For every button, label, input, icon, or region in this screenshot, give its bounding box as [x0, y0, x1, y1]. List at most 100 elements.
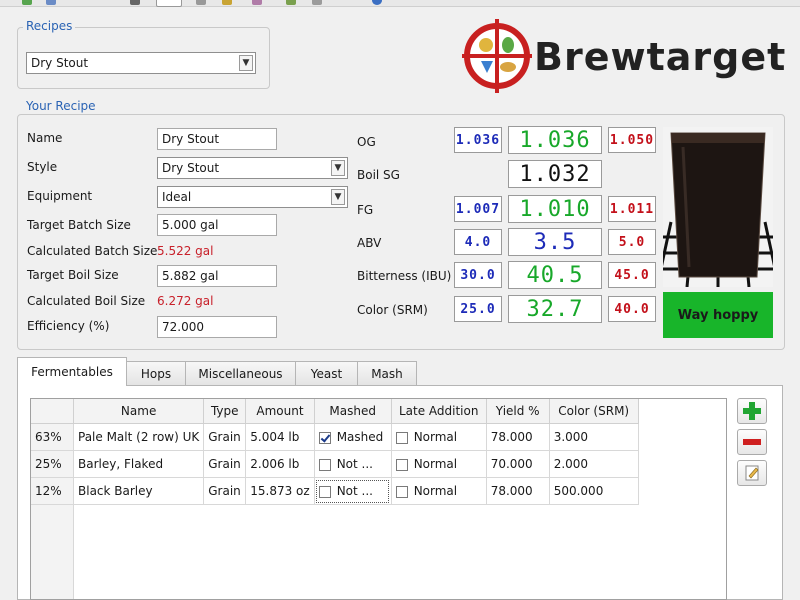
your-recipe-title: Your Recipe: [23, 99, 99, 113]
remove-fermentable-button[interactable]: [737, 429, 767, 455]
column-header-late-addition[interactable]: Late Addition: [391, 399, 487, 424]
cell-amount[interactable]: 15.873 oz: [245, 477, 315, 505]
target-batch-label: Target Batch Size: [27, 218, 131, 232]
tab-hops[interactable]: Hops: [126, 361, 186, 385]
cell-name[interactable]: Barley, Flaked: [73, 450, 205, 478]
target-batch-field[interactable]: 5.000 gal: [157, 214, 277, 236]
tab-yeast-label: Yeast: [310, 366, 343, 381]
chevron-down-icon[interactable]: ▼: [331, 160, 345, 176]
column-header-yield[interactable]: Yield %: [486, 399, 550, 424]
cell-yield[interactable]: 78.000: [486, 477, 550, 505]
og-min-display: 1.036: [454, 127, 502, 153]
brewtarget-logo: Brewtarget: [462, 17, 792, 97]
late-addition-checkbox[interactable]: [395, 431, 408, 444]
recipe-select[interactable]: Dry Stout ▼: [26, 52, 256, 74]
late-addition-text: Normal: [413, 457, 458, 471]
fermentables-table[interactable]: Name Type Amount Mashed Late Addition Yi…: [30, 398, 727, 600]
target-boil-label: Target Boil Size: [27, 268, 119, 282]
mashed-checkbox[interactable]: [318, 458, 331, 471]
cell-amount[interactable]: 2.006 lb: [245, 450, 315, 478]
tab-fermentables[interactable]: Fermentables: [17, 357, 127, 386]
column-header-type[interactable]: Type: [203, 399, 247, 424]
column-header-amount[interactable]: Amount: [245, 399, 315, 424]
og-value-display: 1.036: [508, 126, 602, 154]
new-icon[interactable]: [22, 0, 32, 5]
timer-icon[interactable]: [196, 0, 206, 5]
fg-min-display: 1.007: [454, 196, 502, 222]
name-field[interactable]: Dry Stout: [157, 128, 277, 150]
fg-value-display: 1.010: [508, 195, 602, 223]
cell-late-addition[interactable]: Normal: [391, 477, 487, 505]
export-icon[interactable]: [312, 0, 322, 5]
color-max-display: 40.0: [608, 296, 656, 322]
tab-miscellaneous[interactable]: Miscellaneous: [185, 361, 296, 385]
color-min-display: 25.0: [454, 296, 502, 322]
brewtarget-logo-text: Brewtarget: [534, 35, 787, 79]
equipment-select[interactable]: Ideal ▼: [157, 186, 348, 208]
row-percent: 63%: [31, 423, 74, 451]
cell-yield[interactable]: 78.000: [486, 423, 550, 451]
efficiency-label: Efficiency (%): [27, 319, 110, 333]
table-filler: [31, 504, 638, 599]
cell-name[interactable]: Pale Malt (2 row) UK: [73, 423, 205, 451]
efficiency-field[interactable]: 72.000: [157, 316, 277, 338]
help-icon[interactable]: [372, 0, 382, 5]
table-header-row: Name Type Amount Mashed Late Addition Yi…: [31, 399, 639, 424]
equipment-label: Equipment: [27, 189, 93, 203]
add-fermentable-button[interactable]: [737, 398, 767, 424]
column-header-mashed[interactable]: Mashed: [314, 399, 392, 424]
view-icon[interactable]: [156, 0, 182, 7]
cell-mashed[interactable]: Not ...: [314, 477, 392, 505]
table-row[interactable]: 25% Barley, Flaked Grain 2.006 lb Not ..…: [31, 450, 639, 478]
brewtarget-logo-icon: [462, 19, 532, 93]
calc-boil-label: Calculated Boil Size: [27, 294, 146, 308]
cell-name[interactable]: Black Barley: [73, 477, 205, 505]
cell-amount[interactable]: 5.004 lb: [245, 423, 315, 451]
beer-glass-icon: [655, 127, 781, 288]
cell-yield[interactable]: 70.000: [486, 450, 550, 478]
recipes-group-title: Recipes: [23, 19, 76, 33]
cell-color[interactable]: 500.000: [549, 477, 639, 505]
chevron-down-icon[interactable]: ▼: [239, 55, 253, 71]
cell-late-addition[interactable]: Normal: [391, 450, 487, 478]
ibu-label: Bitterness (IBU): [357, 269, 452, 283]
cell-mashed[interactable]: Mashed: [314, 423, 392, 451]
brew-icon[interactable]: [222, 0, 232, 5]
style-select[interactable]: Dry Stout ▼: [157, 157, 348, 179]
column-header-color[interactable]: Color (SRM): [549, 399, 639, 424]
tab-hops-label: Hops: [140, 366, 172, 381]
refresh-icon[interactable]: [286, 0, 296, 5]
tool-icon[interactable]: [252, 0, 262, 5]
column-header-name[interactable]: Name: [73, 399, 205, 424]
table-row[interactable]: 63% Pale Malt (2 row) UK Grain 5.004 lb …: [31, 423, 639, 451]
color-value-display: 32.7: [508, 295, 602, 323]
cell-type[interactable]: Grain: [203, 450, 247, 478]
print-icon[interactable]: [130, 0, 140, 5]
minus-icon: [743, 439, 761, 445]
cell-color[interactable]: 2.000: [549, 450, 639, 478]
mashed-checkbox[interactable]: [318, 431, 331, 444]
target-boil-field[interactable]: 5.882 gal: [157, 265, 277, 287]
og-max-display: 1.050: [608, 127, 656, 153]
boil-sg-display: 1.032: [508, 160, 602, 188]
style-select-value: Dry Stout: [162, 161, 220, 175]
cell-type[interactable]: Grain: [203, 423, 247, 451]
cell-late-addition[interactable]: Normal: [391, 423, 487, 451]
equipment-select-value: Ideal: [162, 190, 192, 204]
cell-color[interactable]: 3.000: [549, 423, 639, 451]
table-row[interactable]: 12% Black Barley Grain 15.873 oz Not ...…: [31, 477, 639, 505]
mashed-text: Not ...: [336, 457, 373, 471]
late-addition-checkbox[interactable]: [395, 458, 408, 471]
save-icon[interactable]: [46, 0, 56, 5]
late-addition-checkbox[interactable]: [395, 485, 408, 498]
edit-fermentable-button[interactable]: [737, 460, 767, 486]
late-addition-text: Normal: [413, 430, 458, 444]
chevron-down-icon[interactable]: ▼: [331, 189, 345, 205]
mashed-checkbox[interactable]: [318, 485, 331, 498]
calc-batch-label: Calculated Batch Size: [27, 244, 158, 258]
cell-mashed[interactable]: Not ...: [314, 450, 392, 478]
tab-yeast[interactable]: Yeast: [295, 361, 358, 385]
cell-type[interactable]: Grain: [203, 477, 247, 505]
hoppy-badge: Way hoppy: [663, 292, 773, 338]
tab-mash[interactable]: Mash: [357, 361, 417, 385]
